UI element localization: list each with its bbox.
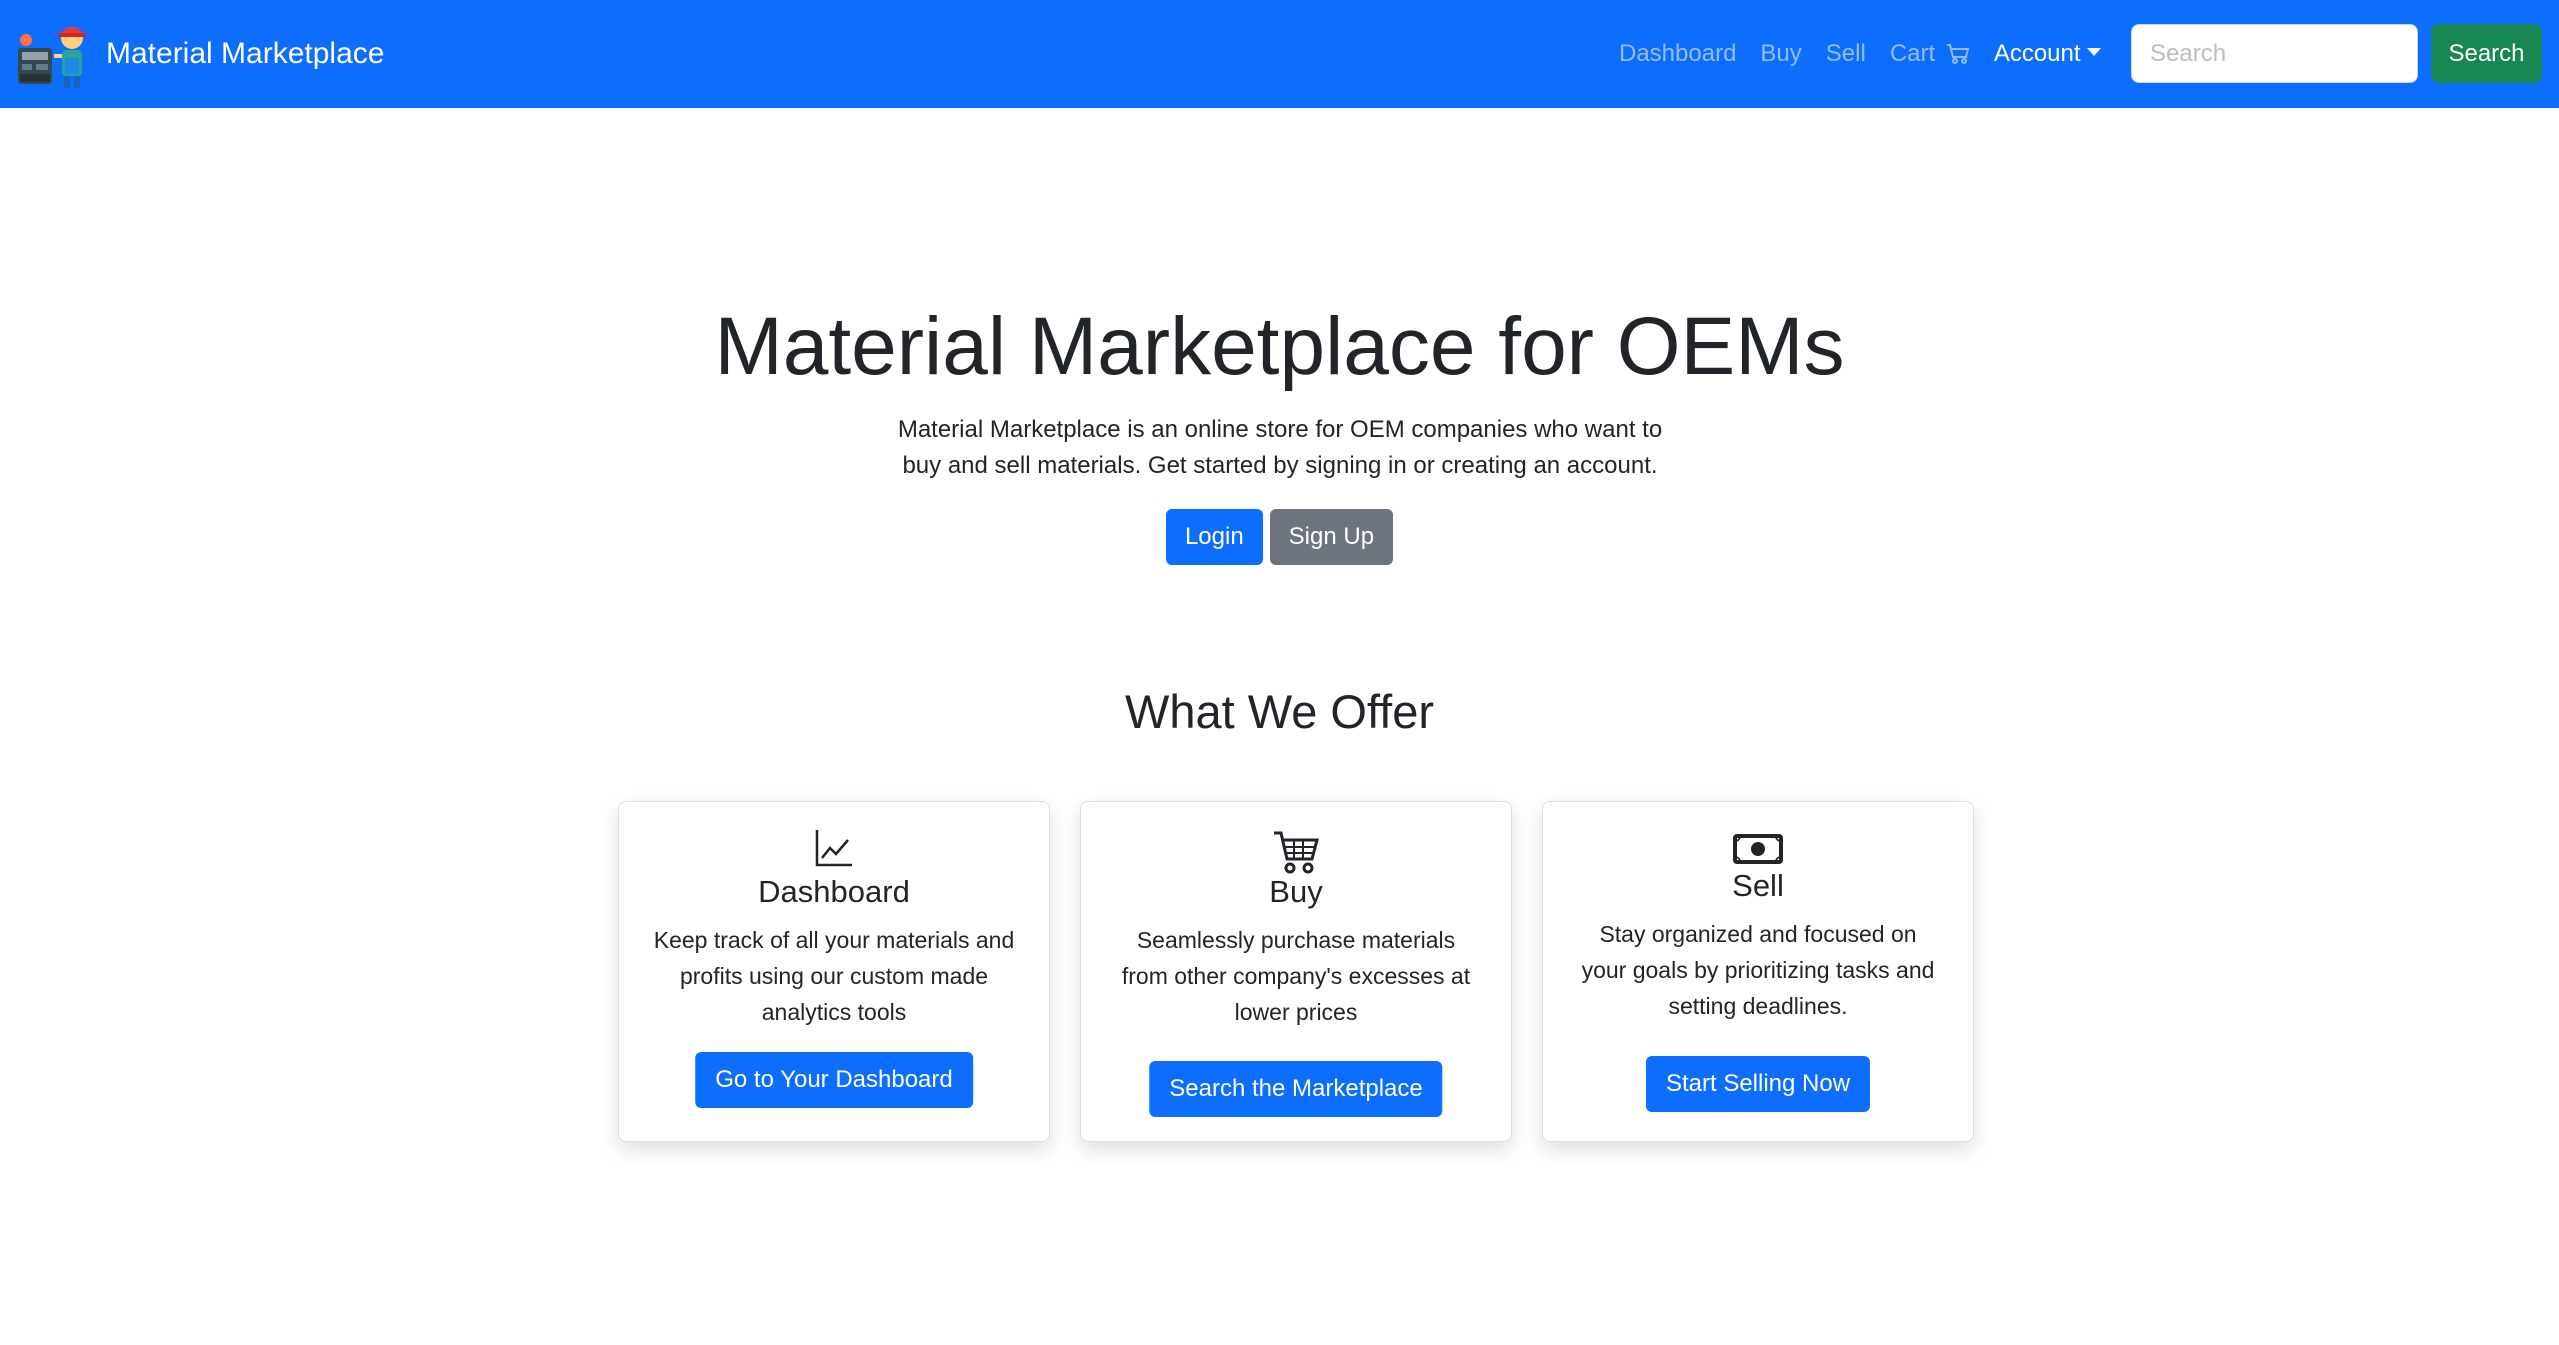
offer-card-buy: Buy Seamlessly purchase materials from o… bbox=[1080, 801, 1512, 1142]
card-text-line: profits using our custom made bbox=[679, 963, 989, 989]
search-button[interactable]: Search bbox=[2431, 24, 2542, 83]
offer-card-sell: Sell Stay organized and focused on your … bbox=[1542, 801, 1974, 1142]
nav-account-dropdown[interactable]: Account bbox=[1994, 40, 2101, 68]
start-selling-button[interactable]: Start Selling Now bbox=[1645, 1056, 1871, 1112]
caret-down-icon bbox=[2086, 48, 2101, 56]
nav-links: Dashboard Buy Sell Cart Account bbox=[1619, 0, 2125, 108]
card-text: Stay organized and focused on your goals… bbox=[1543, 916, 1973, 1024]
offer-title: What We Offer bbox=[1124, 685, 1435, 738]
card-text-line: Seamlessly purchase materials bbox=[1136, 927, 1456, 953]
nav-account-label: Account bbox=[1993, 40, 2081, 67]
card-text-line: Stay organized and focused on bbox=[1599, 921, 1917, 947]
card-text: Seamlessly purchase materials from other… bbox=[1081, 922, 1511, 1030]
card-title: Dashboard bbox=[758, 874, 910, 909]
cart-icon bbox=[1946, 44, 1970, 64]
brand[interactable]: Material Marketplace bbox=[16, 18, 384, 90]
hero-lead-line: buy and sell materials. Get started by s… bbox=[902, 452, 1658, 479]
card-text-line: lower prices bbox=[1234, 999, 1358, 1025]
card-text-line: analytics tools bbox=[761, 999, 907, 1025]
nav-dashboard[interactable]: Dashboard bbox=[1619, 40, 1736, 68]
hero-lead: Material Marketplace is an online store … bbox=[880, 412, 1680, 484]
login-button[interactable]: Login bbox=[1165, 509, 1263, 565]
hero-title: Material Marketplace for OEMs bbox=[714, 301, 1845, 392]
navbar: Material Marketplace Dashboard Buy Sell … bbox=[0, 0, 2559, 108]
chart-line-icon bbox=[815, 830, 852, 867]
card-text-line: setting deadlines. bbox=[1668, 993, 1848, 1019]
card-text-line: from other company's excesses at bbox=[1121, 963, 1471, 989]
hero-lead-line: Material Marketplace is an online store … bbox=[897, 416, 1663, 443]
nav-cart-label: Cart bbox=[1889, 40, 1936, 67]
cash-icon bbox=[1733, 834, 1783, 864]
nav-cart[interactable]: Cart bbox=[1890, 40, 1970, 68]
nav-buy[interactable]: Buy bbox=[1760, 40, 1801, 68]
card-title: Buy bbox=[1269, 874, 1323, 909]
card-title: Sell bbox=[1732, 868, 1784, 903]
shopping-cart-icon bbox=[1274, 831, 1319, 874]
card-text-line: your goals by prioritizing tasks and bbox=[1581, 957, 1935, 983]
hero-buttons: Login Sign Up bbox=[0, 509, 2559, 565]
signup-button[interactable]: Sign Up bbox=[1269, 509, 1394, 565]
worker-logo-icon bbox=[18, 27, 86, 88]
nav-sell[interactable]: Sell bbox=[1826, 40, 1866, 68]
go-to-dashboard-button[interactable]: Go to Your Dashboard bbox=[695, 1052, 973, 1108]
offer-card-dashboard: Dashboard Keep track of all your materia… bbox=[618, 801, 1050, 1142]
brand-name: Material Marketplace bbox=[106, 37, 385, 70]
card-text-line: Keep track of all your materials and bbox=[653, 927, 1015, 953]
search-input[interactable] bbox=[2131, 24, 2418, 83]
search-marketplace-button[interactable]: Search the Marketplace bbox=[1149, 1061, 1443, 1117]
card-text: Keep track of all your materials and pro… bbox=[619, 922, 1049, 1030]
